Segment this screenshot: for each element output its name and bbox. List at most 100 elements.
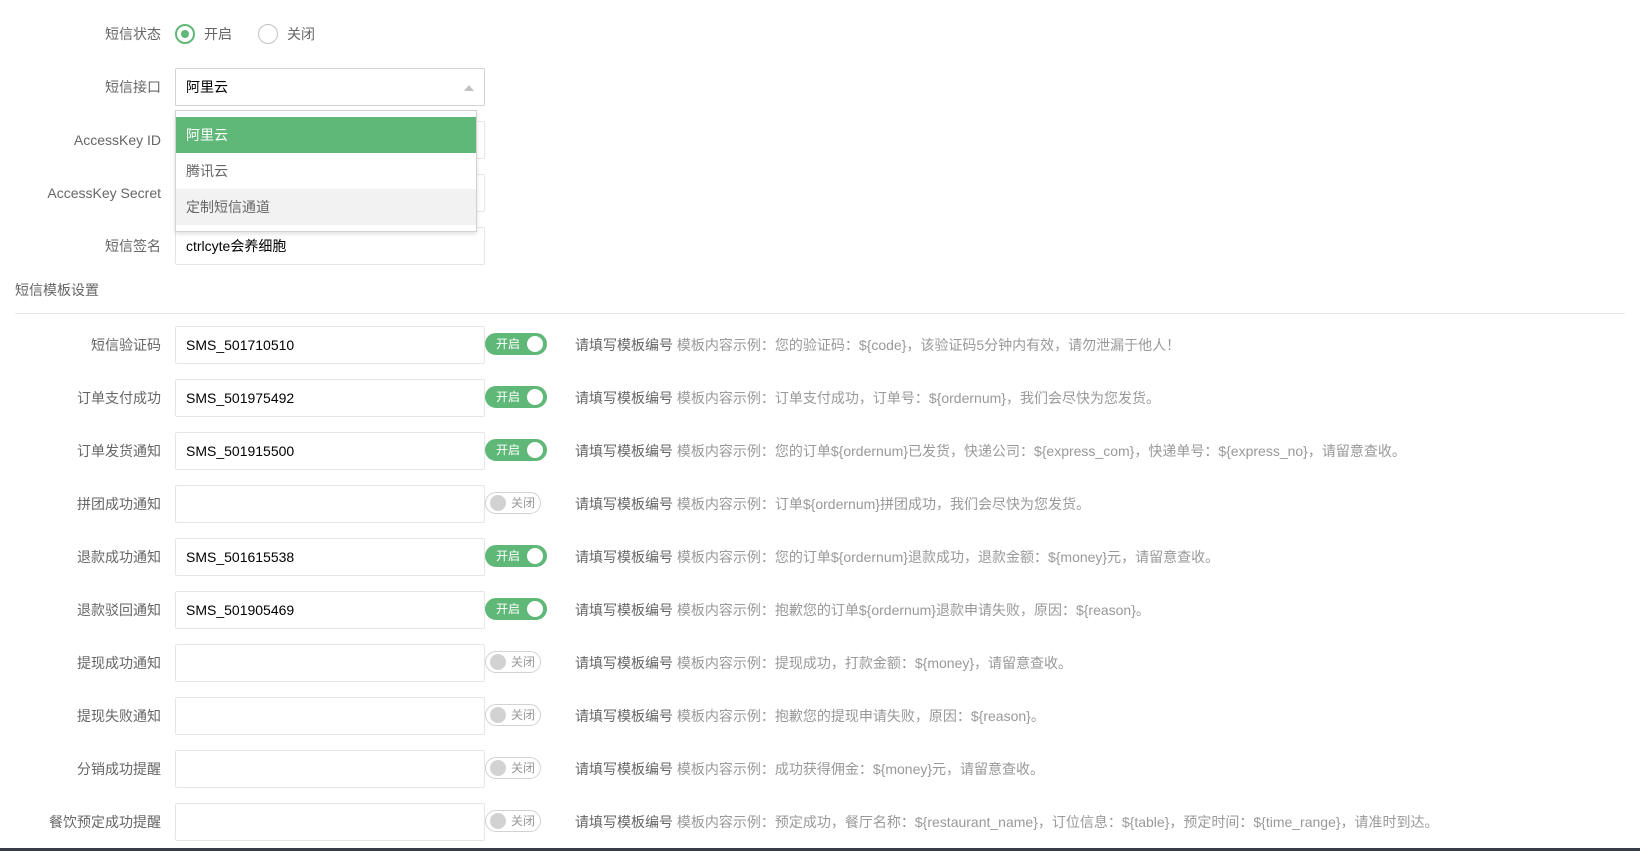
template-label: 餐饮预定成功提醒	[49, 814, 161, 830]
template-label: 提现失败通知	[77, 708, 161, 724]
toggle-label: 开启	[496, 337, 521, 351]
tip-example: 模板内容示例：订单支付成功，订单号：${ordernum}，我们会尽快为您发货。	[676, 390, 1160, 406]
sms-gateway-row: 短信接口 阿里云	[0, 68, 1640, 106]
radio-off[interactable]	[258, 24, 278, 44]
section-divider	[15, 313, 1625, 314]
template-row: 退款成功通知 SMS_501615538 开启 请填写模板编号 模板内容示例：您的订单…	[0, 538, 1640, 576]
template-id-input[interactable]: SMS_501710510	[175, 326, 485, 364]
template-tip: 请填写模板编号 模板内容示例：订单${ordernum}拼团成功，我们会尽快为您…	[575, 485, 1090, 523]
template-toggle-switch[interactable]: 关闭	[485, 651, 541, 673]
template-toggle-switch[interactable]: 开启	[485, 545, 547, 567]
toggle-label: 开启	[496, 443, 521, 457]
template-row: 提现失败通知 关闭 请填写模板编号 模板内容示例：抱歉您的提现申请失败，原因：${r…	[0, 697, 1640, 735]
template-label: 退款成功通知	[77, 549, 161, 565]
template-toggle-switch[interactable]: 开启	[485, 439, 547, 461]
template-tip: 请填写模板编号 模板内容示例：您的订单${ordernum}退款成功，退款金额：…	[575, 538, 1219, 576]
access-key-secret-label: AccessKey Secret	[47, 185, 161, 201]
template-id-input[interactable]	[175, 697, 485, 735]
template-toggle-switch[interactable]: 开启	[485, 333, 547, 355]
toggle-label: 开启	[496, 390, 521, 404]
template-label: 退款驳回通知	[77, 602, 161, 618]
tip-prefix: 请填写模板编号	[575, 814, 673, 830]
toggle-knob	[527, 548, 543, 564]
sms-gateway-dropdown: 阿里云 腾讯云 定制短信通道	[175, 110, 477, 232]
tip-example: 模板内容示例：抱歉您的订单${ordernum}退款申请失败，原因：${reas…	[676, 602, 1150, 618]
template-label: 短信验证码	[91, 337, 161, 353]
tip-example: 模板内容示例：抱歉您的提现申请失败，原因：${reason}。	[676, 708, 1045, 724]
tip-prefix: 请填写模板编号	[575, 496, 673, 512]
toggle-label: 关闭	[511, 761, 536, 775]
template-toggle-switch[interactable]: 关闭	[485, 704, 541, 726]
tip-example: 模板内容示例：您的验证码：${code}，该验证码5分钟内有效，请勿泄漏于他人！	[676, 337, 1181, 353]
template-id-input[interactable]: SMS_501975492	[175, 379, 485, 417]
tip-example: 模板内容示例：成功获得佣金：${money}元，请留意查收。	[676, 761, 1045, 777]
template-row: 订单支付成功 SMS_501975492 开启 请填写模板编号 模板内容示例：订单支付…	[0, 379, 1640, 417]
template-id-input[interactable]	[175, 803, 485, 841]
access-key-id-label: AccessKey ID	[73, 132, 161, 148]
toggle-label: 关闭	[511, 496, 536, 510]
template-label: 订单发货通知	[77, 443, 161, 459]
toggle-label: 开启	[496, 549, 521, 563]
template-tip: 请填写模板编号 模板内容示例：订单支付成功，订单号：${ordernum}，我们…	[575, 379, 1160, 417]
radio-on[interactable]	[175, 24, 195, 44]
template-row: 拼团成功通知 关闭 请填写模板编号 模板内容示例：订单${ordernum}拼团成功…	[0, 485, 1640, 523]
toggle-knob	[527, 389, 543, 405]
template-row: 餐饮预定成功提醒 关闭 请填写模板编号 模板内容示例：预定成功，餐厅名称：${res…	[0, 803, 1640, 841]
tip-example: 模板内容示例：订单${ordernum}拼团成功，我们会尽快为您发货。	[676, 496, 1090, 512]
template-id-input[interactable]: SMS_501905469	[175, 591, 485, 629]
toggle-knob	[527, 336, 543, 352]
tip-prefix: 请填写模板编号	[575, 549, 673, 565]
template-row: 订单发货通知 SMS_501915500 开启 请填写模板编号 模板内容示例：您的订单…	[0, 432, 1640, 470]
template-id-input[interactable]	[175, 644, 485, 682]
tip-prefix: 请填写模板编号	[575, 602, 673, 618]
template-toggle-switch[interactable]: 关闭	[485, 492, 541, 514]
toggle-label: 关闭	[511, 655, 536, 669]
dropdown-option-aliyun[interactable]: 阿里云	[176, 117, 476, 153]
sms-status-row: 短信状态 开启 关闭	[0, 15, 1640, 53]
template-id-input[interactable]: SMS_501615538	[175, 538, 485, 576]
sms-sign-input[interactable]: ctrlcyte会养细胞	[175, 227, 485, 265]
toggle-knob	[490, 707, 506, 723]
template-row: 提现成功通知 关闭 请填写模板编号 模板内容示例：提现成功，打款金额：${money…	[0, 644, 1640, 682]
template-tip: 请填写模板编号 模板内容示例：抱歉您的订单${ordernum}退款申请失败，原…	[575, 591, 1150, 629]
template-tip: 请填写模板编号 模板内容示例：您的验证码：${code}，该验证码5分钟内有效，…	[575, 326, 1180, 364]
sms-gateway-select[interactable]: 阿里云	[175, 68, 485, 106]
sms-sign-row: 短信签名 ctrlcyte会养细胞	[0, 227, 1640, 265]
radio-off-label[interactable]: 关闭	[287, 15, 315, 53]
tip-example: 模板内容示例：提现成功，打款金额：${money}，请留意查收。	[676, 655, 1073, 671]
toggle-label: 关闭	[511, 814, 536, 828]
tip-prefix: 请填写模板编号	[575, 337, 673, 353]
dropdown-option-custom[interactable]: 定制短信通道	[176, 189, 476, 225]
toggle-knob	[490, 654, 506, 670]
template-section-title: 短信模板设置	[15, 282, 99, 298]
toggle-knob	[490, 760, 506, 776]
template-tip: 请填写模板编号 模板内容示例：预定成功，餐厅名称：${restaurant_na…	[575, 803, 1439, 841]
template-label: 分销成功提醒	[77, 761, 161, 777]
sms-gateway-label: 短信接口	[105, 79, 161, 95]
tip-prefix: 请填写模板编号	[575, 443, 673, 459]
tip-prefix: 请填写模板编号	[575, 761, 673, 777]
template-id-input[interactable]	[175, 485, 485, 523]
template-label: 订单支付成功	[77, 390, 161, 406]
template-toggle-switch[interactable]: 开启	[485, 598, 547, 620]
template-label: 拼团成功通知	[77, 496, 161, 512]
template-row: 分销成功提醒 关闭 请填写模板编号 模板内容示例：成功获得佣金：${money}元，…	[0, 750, 1640, 788]
dropdown-option-tencent[interactable]: 腾讯云	[176, 153, 476, 189]
template-toggle-switch[interactable]: 关闭	[485, 757, 541, 779]
template-id-input[interactable]: SMS_501915500	[175, 432, 485, 470]
caret-up-icon	[464, 85, 474, 91]
toggle-knob	[490, 813, 506, 829]
template-toggle-switch[interactable]: 开启	[485, 386, 547, 408]
template-id-input[interactable]	[175, 750, 485, 788]
template-row: 退款驳回通知 SMS_501905469 开启 请填写模板编号 模板内容示例：抱歉您的…	[0, 591, 1640, 629]
tip-example: 模板内容示例：您的订单${ordernum}退款成功，退款金额：${money}…	[676, 549, 1220, 565]
template-tip: 请填写模板编号 模板内容示例：成功获得佣金：${money}元，请留意查收。	[575, 750, 1044, 788]
tip-example: 模板内容示例：预定成功，餐厅名称：${restaurant_name}，订位信息…	[676, 814, 1439, 830]
toggle-label: 关闭	[511, 708, 536, 722]
tip-prefix: 请填写模板编号	[575, 708, 673, 724]
template-tip: 请填写模板编号 模板内容示例：您的订单${ordernum}已发货，快递公司：$…	[575, 432, 1406, 470]
tip-example: 模板内容示例：您的订单${ordernum}已发货，快递公司：${express…	[676, 443, 1406, 459]
template-row: 短信验证码 SMS_501710510 开启 请填写模板编号 模板内容示例：您的验证码…	[0, 326, 1640, 364]
template-toggle-switch[interactable]: 关闭	[485, 810, 541, 832]
radio-on-label[interactable]: 开启	[204, 15, 232, 53]
